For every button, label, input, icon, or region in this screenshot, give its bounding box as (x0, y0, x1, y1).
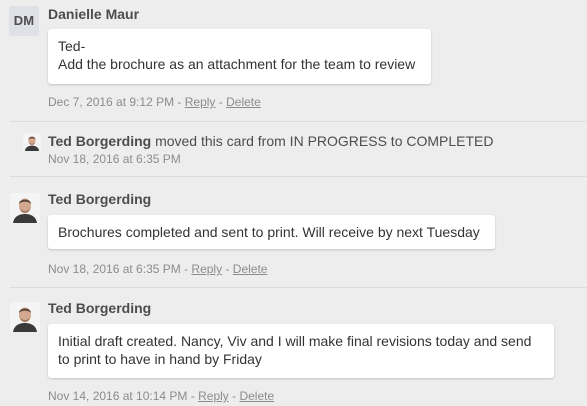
comment-text-line: to print to have in hand by Friday (58, 351, 262, 367)
activity-message: Ted Borgerding moved this card from IN P… (48, 133, 494, 149)
comment-bubble: Brochures completed and sent to print. W… (48, 215, 495, 249)
user-photo-icon (10, 193, 40, 223)
reply-link[interactable]: Reply (198, 389, 229, 403)
activity-feed: DM Danielle Maur Ted- Add the brochure a… (0, 0, 587, 406)
comment-meta: Dec 7, 2016 at 9:12 PM - Reply - Delete (48, 95, 261, 109)
activity-timestamp[interactable]: Nov 18, 2016 at 6:35 PM (48, 152, 181, 166)
comment-meta: Nov 14, 2016 at 10:14 PM - Reply - Delet… (48, 389, 274, 403)
comment-text-line: Add the brochure as an attachment for th… (58, 56, 416, 72)
reply-link[interactable]: Reply (191, 262, 222, 276)
meta-separator: - (187, 389, 199, 403)
user-photo-icon (10, 302, 40, 332)
comment-bubble: Initial draft created. Nancy, Viv and I … (48, 324, 554, 378)
comment-meta: Nov 18, 2016 at 6:35 PM - Reply - Delete (48, 262, 267, 276)
comment-timestamp[interactable]: Nov 18, 2016 at 6:35 PM (48, 262, 181, 276)
delete-link[interactable]: Delete (226, 95, 261, 109)
comment-text-line: Initial draft created. Nancy, Viv and I … (58, 333, 532, 349)
divider (10, 176, 587, 177)
meta-separator: - (215, 95, 227, 109)
meta-separator: - (228, 389, 240, 403)
activity-author[interactable]: Ted Borgerding (48, 133, 151, 149)
comment-author[interactable]: Ted Borgerding (48, 191, 151, 207)
user-photo-icon (23, 133, 41, 151)
avatar[interactable] (10, 193, 40, 223)
avatar[interactable] (10, 302, 40, 332)
avatar[interactable] (23, 133, 41, 151)
comment-author[interactable]: Ted Borgerding (48, 300, 151, 316)
meta-separator: - (180, 262, 192, 276)
comment-timestamp[interactable]: Dec 7, 2016 at 9:12 PM (48, 95, 174, 109)
comment-text-line: Brochures completed and sent to print. W… (58, 224, 480, 240)
comment-timestamp[interactable]: Nov 14, 2016 at 10:14 PM (48, 389, 187, 403)
comment-bubble: Ted- Add the brochure as an attachment f… (48, 29, 431, 84)
delete-link[interactable]: Delete (233, 262, 268, 276)
reply-link[interactable]: Reply (185, 95, 216, 109)
avatar[interactable]: DM (9, 6, 39, 36)
comment-author[interactable]: Danielle Maur (48, 6, 139, 22)
delete-link[interactable]: Delete (239, 389, 274, 403)
divider (10, 287, 587, 288)
activity-action: moved this card from IN PROGRESS to COMP… (151, 133, 494, 149)
divider (10, 121, 587, 122)
meta-separator: - (222, 262, 233, 276)
comment-text-line: Ted- (58, 38, 86, 54)
meta-separator: - (174, 95, 185, 109)
